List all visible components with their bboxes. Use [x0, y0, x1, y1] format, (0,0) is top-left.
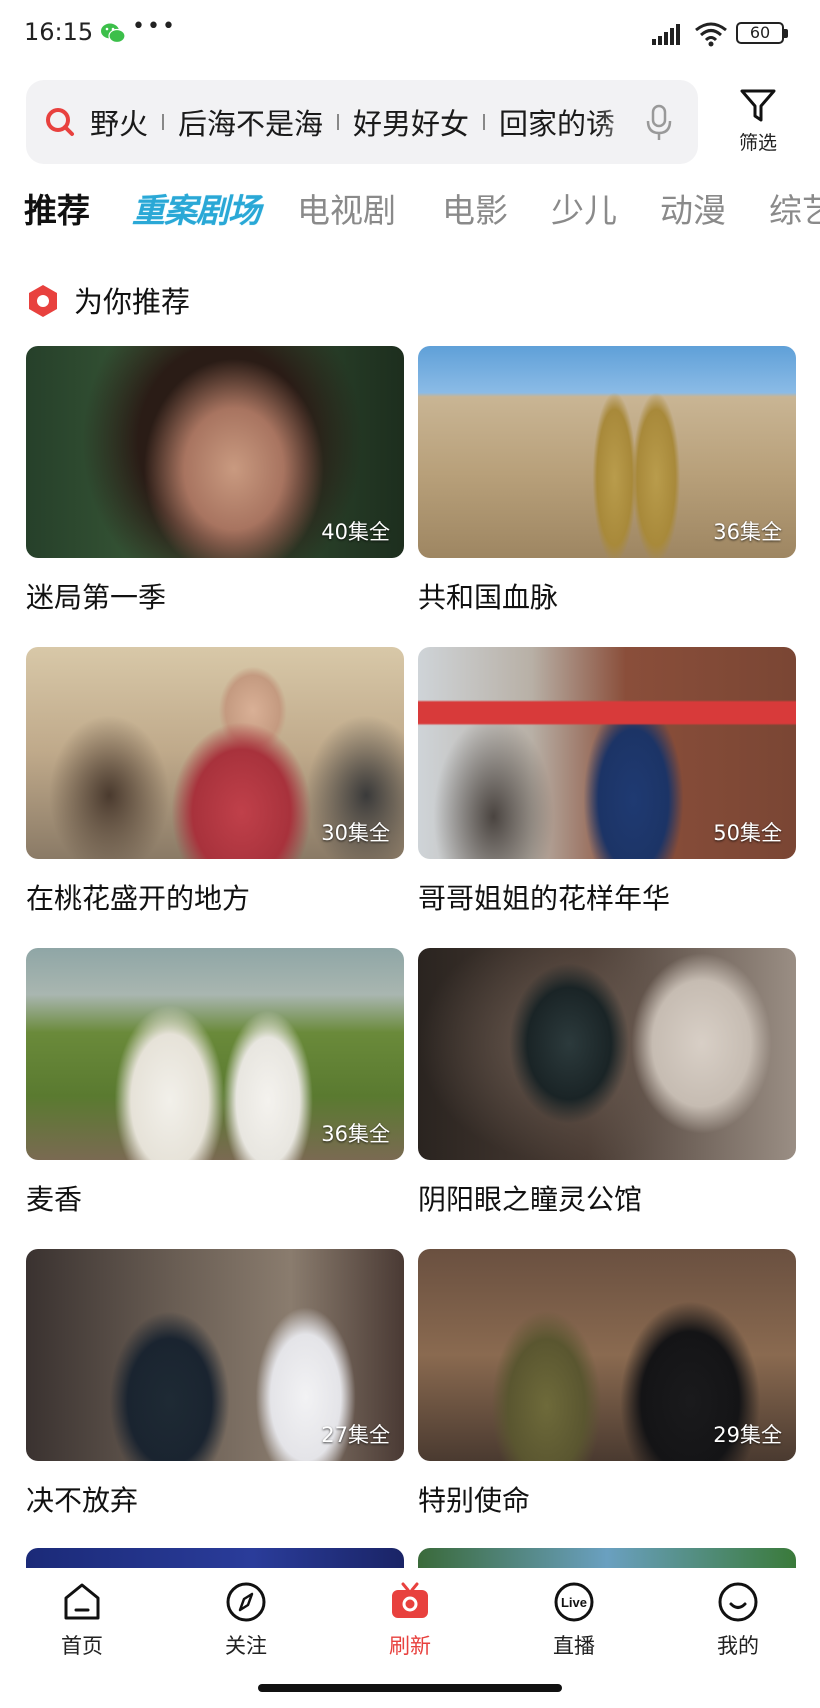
compass-icon: [226, 1582, 266, 1622]
nav-label: 刷新: [389, 1634, 431, 1658]
video-thumbnail[interactable]: 36集全: [418, 346, 796, 558]
microphone-icon[interactable]: [644, 104, 674, 142]
video-thumbnail[interactable]: 27集全: [26, 1249, 404, 1461]
video-card[interactable]: 27集全 决不放弃: [26, 1249, 404, 1517]
tab-anime[interactable]: 动漫: [660, 186, 726, 236]
video-title: 阴阳眼之瞳灵公馆: [418, 1183, 643, 1216]
tv-refresh-icon: [392, 1582, 428, 1618]
episode-badge: 29集全: [713, 1423, 782, 1447]
video-card[interactable]: 36集全 麦香: [26, 948, 404, 1216]
video-card[interactable]: 29集全 特别使命: [418, 1249, 796, 1517]
episode-badge: 27集全: [321, 1423, 390, 1447]
search-suggestions: 野火 后海不是海 好男好女 回家的诱: [90, 80, 650, 164]
nav-label: 我的: [717, 1634, 759, 1658]
status-time: 16:15: [24, 18, 94, 46]
video-thumbnail[interactable]: [418, 1548, 796, 1568]
episode-badge: 30集全: [321, 821, 390, 845]
video-thumbnail[interactable]: [418, 948, 796, 1160]
episode-badge: 36集全: [321, 1122, 390, 1146]
video-card[interactable]: 阴阳眼之瞳灵公馆: [418, 948, 796, 1216]
search-suggestion[interactable]: 野火: [90, 101, 148, 143]
episode-badge: 36集全: [713, 520, 782, 544]
video-thumbnail[interactable]: 29集全: [418, 1249, 796, 1461]
home-icon: [64, 1583, 100, 1620]
more-notifications-icon: •••: [132, 14, 177, 39]
nav-label: 首页: [61, 1634, 103, 1658]
section-title: 为你推荐: [74, 285, 191, 319]
video-card[interactable]: 50集全 哥哥姐姐的花样年华: [418, 647, 796, 915]
video-card[interactable]: 40集全 迷局第一季: [26, 346, 404, 614]
battery-icon: 60: [736, 22, 790, 46]
nav-follow[interactable]: 关注: [186, 1580, 306, 1660]
search-bar[interactable]: 野火 后海不是海 好男好女 回家的诱: [26, 80, 698, 164]
live-icon: Live: [554, 1582, 594, 1622]
video-thumbnail[interactable]: 30集全: [26, 647, 404, 859]
nav-label: 直播: [553, 1634, 595, 1658]
search-suggestion[interactable]: 后海不是海: [178, 101, 323, 143]
video-title: 共和国血脉: [418, 581, 559, 614]
signal-icon: [652, 24, 680, 45]
svg-text:Live: Live: [561, 1595, 587, 1610]
battery-level: 60: [736, 22, 784, 44]
nav-home[interactable]: 首页: [22, 1580, 142, 1660]
tab-kids[interactable]: 少儿: [551, 186, 617, 236]
profile-icon: [718, 1582, 758, 1622]
episode-badge: 40集全: [321, 520, 390, 544]
wechat-notification-icon: [101, 23, 126, 44]
video-thumbnail[interactable]: [26, 1548, 404, 1568]
video-title: 决不放弃: [26, 1484, 139, 1517]
tab-movies[interactable]: 电影: [442, 186, 508, 236]
filter-label: 筛选: [738, 132, 777, 154]
filter-button[interactable]: 筛选: [726, 88, 790, 160]
status-bar: 16:15 ••• 60: [0, 0, 820, 68]
tab-variety[interactable]: 综艺: [769, 186, 820, 236]
wifi-icon: [695, 22, 727, 47]
video-title: 哥哥姐姐的花样年华: [418, 882, 671, 915]
filter-icon: [740, 89, 776, 122]
video-title: 迷局第一季: [26, 581, 167, 614]
episode-badge: 50集全: [713, 821, 782, 845]
video-title: 特别使命: [418, 1484, 531, 1517]
video-card[interactable]: 36集全 共和国血脉: [418, 346, 796, 614]
home-indicator[interactable]: [258, 1684, 562, 1692]
nav-refresh[interactable]: 刷新: [350, 1580, 470, 1660]
video-title: 在桃花盛开的地方: [26, 882, 251, 915]
category-tabs: 推荐 重案剧场 电视剧 电影 少儿 动漫 综艺: [24, 186, 820, 236]
nav-profile[interactable]: 我的: [678, 1580, 798, 1660]
tab-crime-theater[interactable]: 重案剧场: [132, 186, 261, 236]
tab-recommend[interactable]: 推荐: [24, 186, 90, 236]
video-card[interactable]: 30集全 在桃花盛开的地方: [26, 647, 404, 915]
nav-label: 关注: [225, 1634, 267, 1658]
recommend-icon: [29, 285, 57, 317]
search-icon: [46, 108, 74, 136]
video-thumbnail[interactable]: 40集全: [26, 346, 404, 558]
video-thumbnail[interactable]: 50集全: [418, 647, 796, 859]
tab-tv-series[interactable]: 电视剧: [297, 186, 396, 236]
nav-live[interactable]: Live 直播: [514, 1580, 634, 1660]
video-thumbnail[interactable]: 36集全: [26, 948, 404, 1160]
video-title: 麦香: [26, 1183, 83, 1216]
search-suggestion[interactable]: 好男好女: [353, 101, 469, 143]
